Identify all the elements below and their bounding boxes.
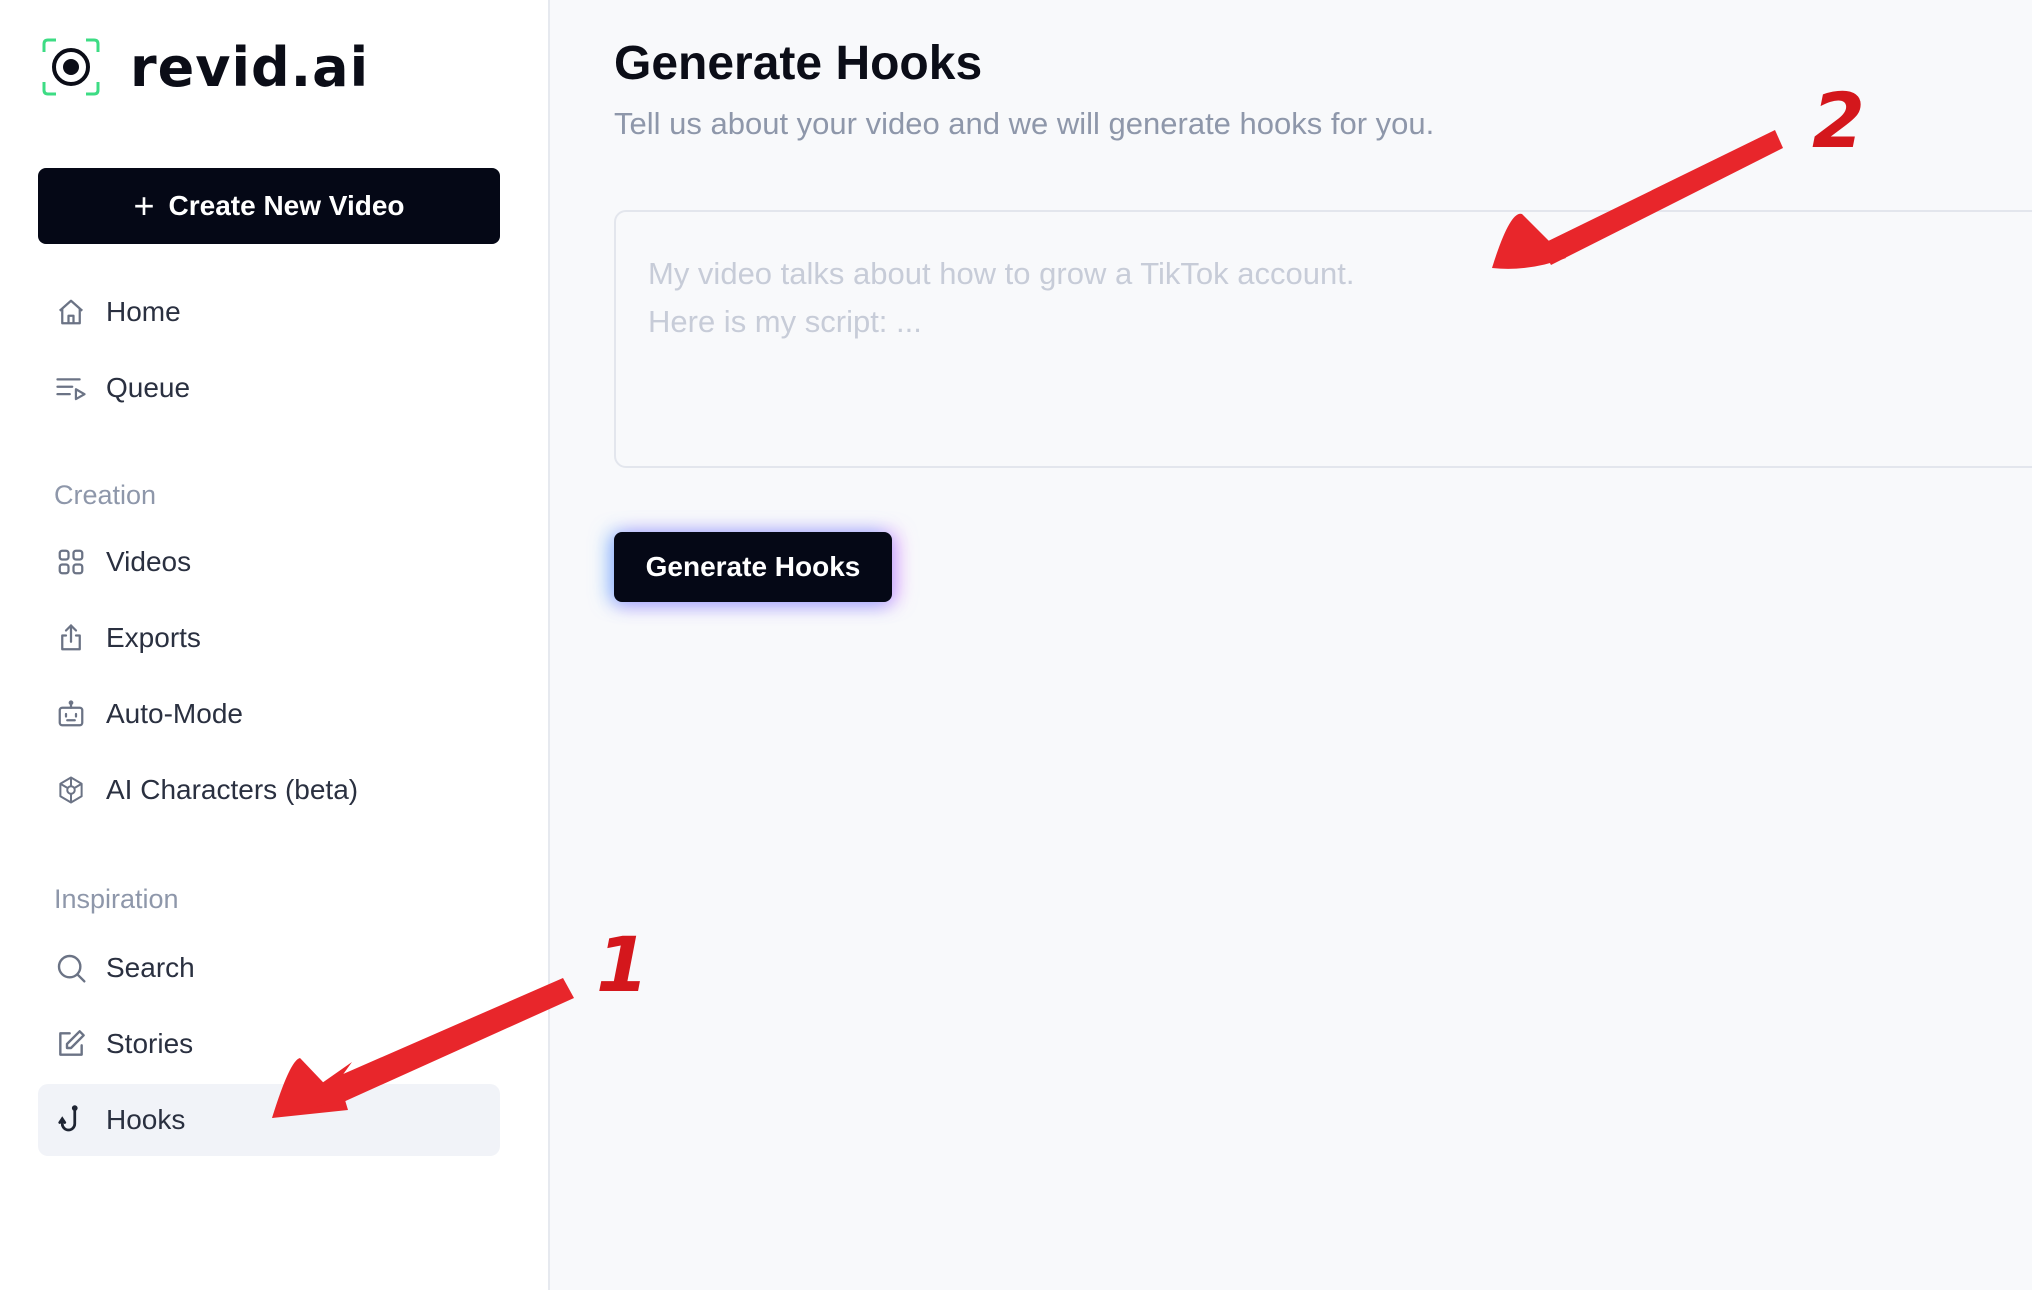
sidebar-item-hooks[interactable]: Hooks: [38, 1084, 500, 1156]
search-icon: [54, 951, 88, 985]
page-title: Generate Hooks: [614, 37, 983, 90]
sidebar-item-stories[interactable]: Stories: [38, 1008, 500, 1080]
app-window: revid.ai + Create New Video Home Queue C…: [0, 0, 2032, 1290]
main-content: Generate Hooks Tell us about your video …: [552, 0, 2032, 1290]
create-new-video-label: Create New Video: [168, 190, 405, 221]
sidebar-item-queue[interactable]: Queue: [38, 352, 500, 424]
page-subtitle: Tell us about your video and we will gen…: [614, 106, 1435, 141]
sidebar-item-label: Videos: [106, 546, 192, 577]
home-icon: [54, 295, 88, 329]
sidebar-item-auto-mode[interactable]: Auto-Mode: [38, 678, 500, 750]
sidebar-item-label: Auto-Mode: [106, 698, 243, 729]
brand-logo[interactable]: revid.ai: [38, 34, 369, 100]
create-new-video-button[interactable]: + Create New Video: [38, 168, 500, 244]
sidebar-item-home[interactable]: Home: [38, 276, 500, 348]
brand-name: revid.ai: [130, 35, 370, 99]
generate-hooks-button[interactable]: Generate Hooks: [614, 532, 892, 602]
sidebar-item-label: AI Characters (beta): [106, 774, 359, 805]
sidebar-item-search[interactable]: Search: [38, 932, 500, 1004]
sidebar-item-ai-characters[interactable]: AI Characters (beta): [38, 754, 500, 826]
sidebar-item-exports[interactable]: Exports: [38, 602, 500, 674]
revid-logo-icon: [38, 34, 104, 100]
export-icon: [54, 621, 88, 655]
sidebar-item-label: Hooks: [106, 1104, 186, 1135]
sidebar-item-videos[interactable]: Videos: [38, 526, 500, 598]
robot-icon: [54, 697, 88, 731]
section-label-creation: Creation: [54, 480, 157, 510]
video-description-input[interactable]: [614, 210, 2032, 468]
section-label-inspiration: Inspiration: [54, 884, 179, 914]
sidebar-item-label: Exports: [106, 622, 201, 653]
plus-icon: +: [133, 185, 155, 226]
queue-icon: [54, 371, 88, 405]
sidebar-item-label: Stories: [106, 1028, 194, 1059]
grid-icon: [54, 545, 88, 579]
sidebar-item-label: Home: [106, 296, 181, 327]
ai-chip-icon: [54, 773, 88, 807]
sidebar-item-label: Search: [106, 952, 195, 983]
sidebar-item-label: Queue: [106, 372, 191, 403]
hook-icon: [54, 1103, 88, 1137]
edit-icon: [54, 1027, 88, 1061]
sidebar: revid.ai + Create New Video Home Queue C…: [0, 0, 550, 1290]
